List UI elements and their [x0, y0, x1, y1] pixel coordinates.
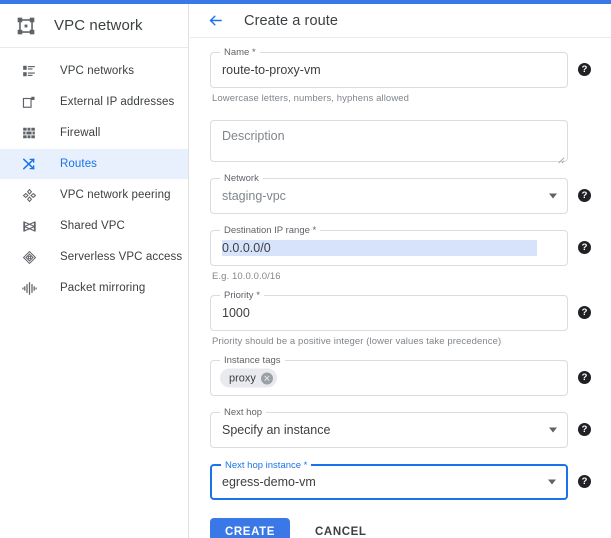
help-icon[interactable]: ?	[578, 189, 591, 202]
routes-icon	[21, 156, 37, 172]
sidebar-item-label: Serverless VPC access	[60, 251, 182, 263]
chevron-down-icon[interactable]	[549, 194, 557, 199]
sidebar-item-serverless-vpc-access[interactable]: Serverless VPC access	[0, 242, 188, 272]
sidebar-nav-list: VPC networks External IP addresses	[0, 48, 188, 303]
instance-tags-input[interactable]: Instance tags proxy ✕	[210, 360, 568, 396]
next-hop-select[interactable]: Next hop Specify an instance	[210, 412, 568, 448]
sidebar-item-label: External IP addresses	[60, 96, 174, 108]
priority-value: 1000	[222, 296, 537, 330]
shared-vpc-icon	[21, 218, 37, 234]
back-arrow-icon[interactable]	[206, 12, 224, 30]
next-hop-value: Specify an instance	[222, 413, 537, 447]
sidebar-item-label: Routes	[60, 158, 97, 170]
serverless-access-icon	[21, 249, 37, 265]
peering-icon	[21, 187, 37, 203]
next-hop-field-row: Next hop Specify an instance ?	[210, 412, 591, 448]
instance-tag-chip-label: proxy	[229, 372, 256, 384]
sidebar-item-vpc-networks[interactable]: VPC networks	[0, 56, 188, 86]
help-icon[interactable]: ?	[578, 306, 591, 319]
network-field-row: Network staging-vpc ?	[210, 178, 591, 214]
app-window: VPC network VPC networks	[0, 0, 611, 538]
help-icon[interactable]: ?	[578, 63, 591, 76]
description-field-row: Description ?	[210, 120, 591, 162]
destination-ip-range-field-row: Destination IP range * 0.0.0.0/0 ?	[210, 230, 591, 266]
sidebar-item-vpc-network-peering[interactable]: VPC network peering	[0, 180, 188, 210]
help-icon[interactable]: ?	[578, 371, 591, 384]
network-select[interactable]: Network staging-vpc	[210, 178, 568, 214]
destination-ip-range-value-wrap: 0.0.0.0/0	[222, 231, 537, 265]
close-icon[interactable]: ✕	[261, 372, 273, 384]
chevron-down-icon[interactable]	[548, 480, 556, 485]
vpc-network-icon	[14, 14, 38, 38]
vpc-networks-icon	[21, 63, 37, 79]
description-textarea[interactable]: Description	[210, 120, 568, 162]
instance-tags-label: Instance tags	[220, 355, 285, 366]
help-icon[interactable]: ?	[578, 475, 591, 488]
sidebar-item-packet-mirroring[interactable]: Packet mirroring	[0, 273, 188, 303]
external-ip-icon	[21, 94, 37, 110]
next-hop-instance-field-row: Next hop instance * egress-demo-vm ?	[210, 464, 591, 500]
sidebar: VPC network VPC networks	[0, 4, 189, 538]
firewall-icon	[21, 125, 37, 141]
sidebar-item-label: Shared VPC	[60, 220, 125, 232]
name-value: route-to-proxy-vm	[222, 53, 537, 87]
priority-field-row: Priority * 1000 ?	[210, 295, 591, 331]
sidebar-item-label: VPC networks	[60, 65, 134, 77]
packet-mirroring-icon	[21, 280, 37, 296]
sidebar-item-external-ip-addresses[interactable]: External IP addresses	[0, 87, 188, 117]
next-hop-instance-value: egress-demo-vm	[222, 466, 536, 498]
network-value: staging-vpc	[222, 179, 537, 213]
page-title: Create a route	[244, 13, 338, 29]
instance-tag-chip[interactable]: proxy ✕	[220, 369, 277, 388]
create-route-form: Name * route-to-proxy-vm ? Lowercase let…	[190, 38, 611, 538]
cancel-button[interactable]: CANCEL	[303, 518, 379, 538]
sidebar-item-firewall[interactable]: Firewall	[0, 118, 188, 148]
main-panel: Create a route Name * route-to-proxy-vm …	[190, 4, 611, 538]
priority-hint: Priority should be a positive integer (l…	[212, 336, 591, 347]
sidebar-item-label: VPC network peering	[60, 189, 171, 201]
sidebar-item-label: Firewall	[60, 127, 100, 139]
destination-ip-range-input[interactable]: Destination IP range * 0.0.0.0/0	[210, 230, 568, 266]
sidebar-item-label: Packet mirroring	[60, 282, 145, 294]
form-actions: CREATE CANCEL	[210, 518, 591, 538]
sidebar-title: VPC network	[54, 17, 143, 34]
name-input[interactable]: Name * route-to-proxy-vm	[210, 52, 568, 88]
priority-input[interactable]: Priority * 1000	[210, 295, 568, 331]
destination-ip-range-value: 0.0.0.0/0	[222, 240, 537, 256]
help-icon[interactable]: ?	[578, 423, 591, 436]
destination-ip-range-hint: E.g. 10.0.0.0/16	[212, 271, 591, 282]
help-icon[interactable]: ?	[578, 241, 591, 254]
page-header: Create a route	[190, 4, 611, 38]
next-hop-instance-select[interactable]: Next hop instance * egress-demo-vm	[210, 464, 568, 500]
name-field-row: Name * route-to-proxy-vm ?	[210, 52, 591, 88]
instance-tags-field-row: Instance tags proxy ✕ ?	[210, 360, 591, 396]
sidebar-item-routes[interactable]: Routes	[0, 149, 188, 179]
chevron-down-icon[interactable]	[549, 428, 557, 433]
sidebar-item-shared-vpc[interactable]: Shared VPC	[0, 211, 188, 241]
create-button[interactable]: CREATE	[210, 518, 290, 538]
sidebar-header: VPC network	[0, 4, 188, 48]
description-placeholder: Description	[222, 129, 285, 143]
resize-handle-icon[interactable]	[556, 151, 565, 160]
name-hint: Lowercase letters, numbers, hyphens allo…	[212, 93, 591, 104]
